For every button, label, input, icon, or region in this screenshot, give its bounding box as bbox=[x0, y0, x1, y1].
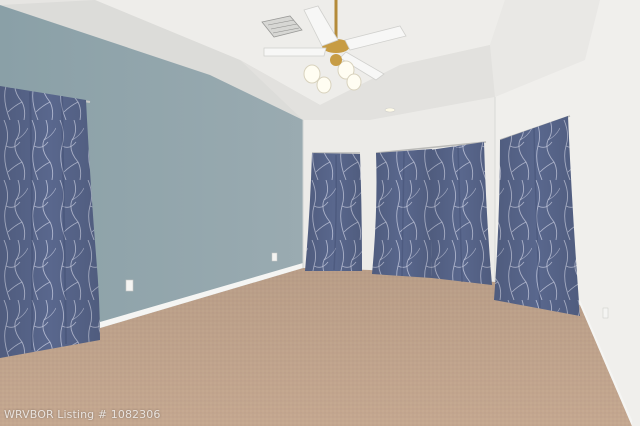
curtain bbox=[494, 116, 580, 316]
curtain bbox=[0, 86, 100, 358]
recessed-light bbox=[384, 107, 396, 113]
wall-outlet bbox=[602, 307, 609, 319]
room-photo bbox=[0, 0, 640, 426]
listing-watermark: WRVBOR Listing # 1082306 bbox=[4, 408, 161, 421]
curtain bbox=[305, 153, 362, 271]
curtain bbox=[372, 142, 492, 285]
wall-outlet bbox=[125, 279, 134, 292]
wall-outlet bbox=[271, 252, 278, 262]
